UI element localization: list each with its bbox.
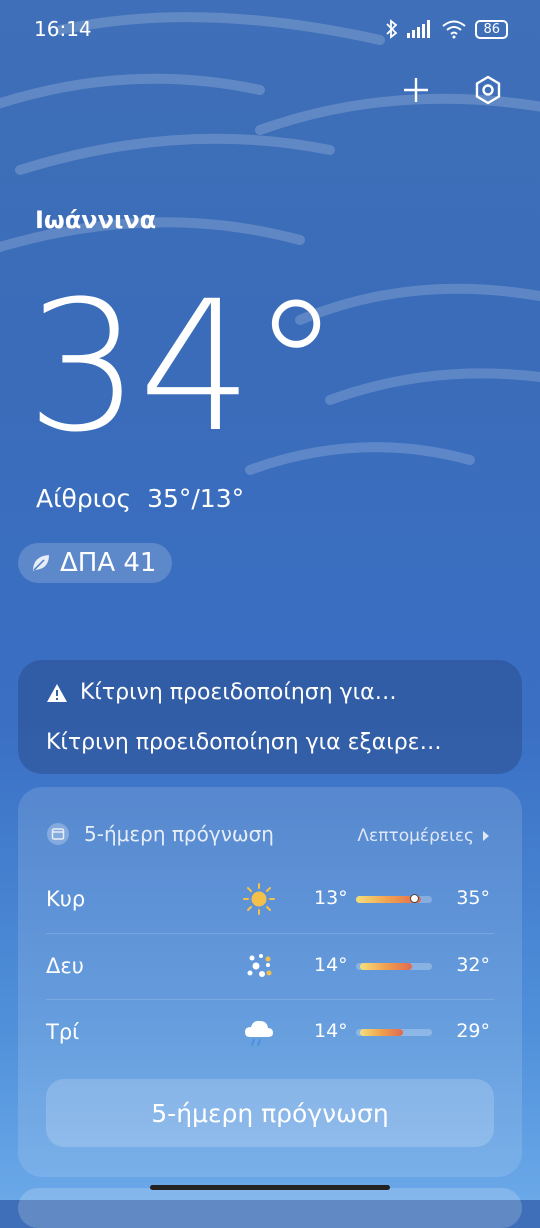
forecast-row[interactable]: Κυρ 13° 35° xyxy=(18,867,522,933)
forecast-row[interactable]: Τρί 14° 29° xyxy=(18,1000,522,1066)
condition-summary: Αίθριος 35°/13° xyxy=(36,484,244,513)
forecast-title: 5-ήμερη πρόγνωση xyxy=(84,822,274,846)
forecast-day: Κυρ xyxy=(46,887,86,911)
aqi-label: ΔΠΑ 41 xyxy=(60,548,157,578)
aqi-badge[interactable]: ΔΠΑ 41 xyxy=(18,543,173,583)
hail-icon xyxy=(247,954,272,977)
forecast-card: 5-ήμερη πρόγνωση Λεπτομέρειες Κυρ 13° 35… xyxy=(18,787,522,1177)
home-indicator[interactable] xyxy=(150,1185,390,1190)
alert-title: Κίτρινη προειδοποίηση για… xyxy=(80,680,397,705)
alert-title-row: Κίτρινη προειδοποίηση για… xyxy=(46,680,397,705)
temp-range-bar xyxy=(356,1029,432,1036)
next-card-peek xyxy=(18,1188,522,1228)
sunny-icon xyxy=(243,883,275,915)
forecast-low: 14° xyxy=(314,1020,348,1042)
status-time: 16:14 xyxy=(34,17,92,41)
alert-subtitle: Κίτρινη προειδοποίηση για εξαιρε… xyxy=(46,730,442,755)
forecast-high: 32° xyxy=(456,954,490,976)
plus-icon xyxy=(404,78,428,102)
gear-icon xyxy=(475,75,501,105)
battery-indicator: 86 xyxy=(475,19,508,39)
temp-range-bar xyxy=(356,894,432,903)
forecast-low: 14° xyxy=(314,954,348,976)
current-temp-marker xyxy=(410,894,420,903)
wifi-icon xyxy=(442,20,467,39)
calendar-icon xyxy=(47,823,69,845)
rain-cloud-icon xyxy=(245,1020,273,1046)
status-bar: 16:14 86 xyxy=(0,0,540,60)
current-temperature: 34° xyxy=(26,263,341,472)
temp-range-bar xyxy=(356,963,432,970)
five-day-forecast-button[interactable]: 5-ήμερη πρόγνωση xyxy=(46,1079,494,1147)
forecast-row[interactable]: Δευ 14° 32° xyxy=(18,934,522,1000)
temp-range: 35°/13° xyxy=(147,484,245,513)
forecast-day: Δευ xyxy=(46,954,84,978)
forecast-high: 29° xyxy=(456,1020,490,1042)
leaf-icon xyxy=(33,555,49,571)
warning-icon xyxy=(47,683,67,702)
settings-button[interactable] xyxy=(472,74,504,106)
temp-range-fill xyxy=(359,963,413,970)
forecast-details-link[interactable]: Λεπτομέρειες xyxy=(357,826,490,846)
add-city-button[interactable] xyxy=(400,74,432,106)
status-icons: 86 xyxy=(385,18,508,40)
forecast-day: Τρί xyxy=(46,1020,80,1044)
chevron-right-icon xyxy=(483,831,489,841)
bluetooth-icon xyxy=(386,19,398,39)
city-name: Ιωάννινα xyxy=(35,206,157,234)
forecast-header: 5-ήμερη πρόγνωση xyxy=(46,822,274,846)
temp-range-fill xyxy=(359,1029,404,1036)
top-actions xyxy=(400,74,504,106)
forecast-low: 13° xyxy=(314,887,348,909)
weather-alert-card[interactable]: Κίτρινη προειδοποίηση για… Κίτρινη προει… xyxy=(18,660,522,774)
signal-icon xyxy=(407,20,431,38)
condition-text: Αίθριος xyxy=(36,484,132,513)
details-label: Λεπτομέρειες xyxy=(357,826,474,846)
forecast-high: 35° xyxy=(456,887,490,909)
